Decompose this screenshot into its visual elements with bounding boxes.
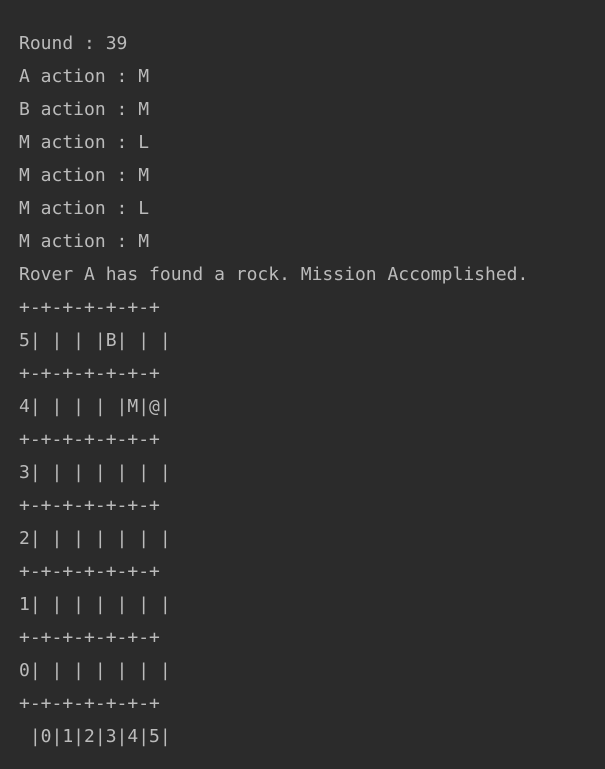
grid-row-0: 0| | | | | | | [19, 660, 171, 681]
grid-border: +-+-+-+-+-+-+ [19, 297, 160, 318]
grid-border: +-+-+-+-+-+-+ [19, 561, 160, 582]
action-line-m-2: M action : M [19, 165, 150, 186]
round-line: Round : 39 [19, 33, 128, 54]
grid-row-2: 2| | | | | | | [19, 528, 171, 549]
action-line-a: A action : M [19, 66, 150, 87]
mission-status-line: Rover A has found a rock. Mission Accomp… [19, 264, 529, 285]
action-line-m-3: M action : L [19, 198, 150, 219]
console-output: Round : 39 A action : M B action : M M a… [19, 27, 599, 753]
grid-border: +-+-+-+-+-+-+ [19, 429, 160, 450]
grid-border: +-+-+-+-+-+-+ [19, 363, 160, 384]
grid-border: +-+-+-+-+-+-+ [19, 495, 160, 516]
grid-border: +-+-+-+-+-+-+ [19, 693, 160, 714]
action-line-m-4: M action : M [19, 231, 150, 252]
grid-column-labels: |0|1|2|3|4|5| [19, 726, 171, 747]
grid-row-1: 1| | | | | | | [19, 594, 171, 615]
grid-row-5: 5| | | |B| | | [19, 330, 171, 351]
action-line-m-1: M action : L [19, 132, 150, 153]
grid-row-4: 4| | | | |M|@| [19, 396, 171, 417]
action-line-b: B action : M [19, 99, 150, 120]
grid-border: +-+-+-+-+-+-+ [19, 627, 160, 648]
grid-row-3: 3| | | | | | | [19, 462, 171, 483]
